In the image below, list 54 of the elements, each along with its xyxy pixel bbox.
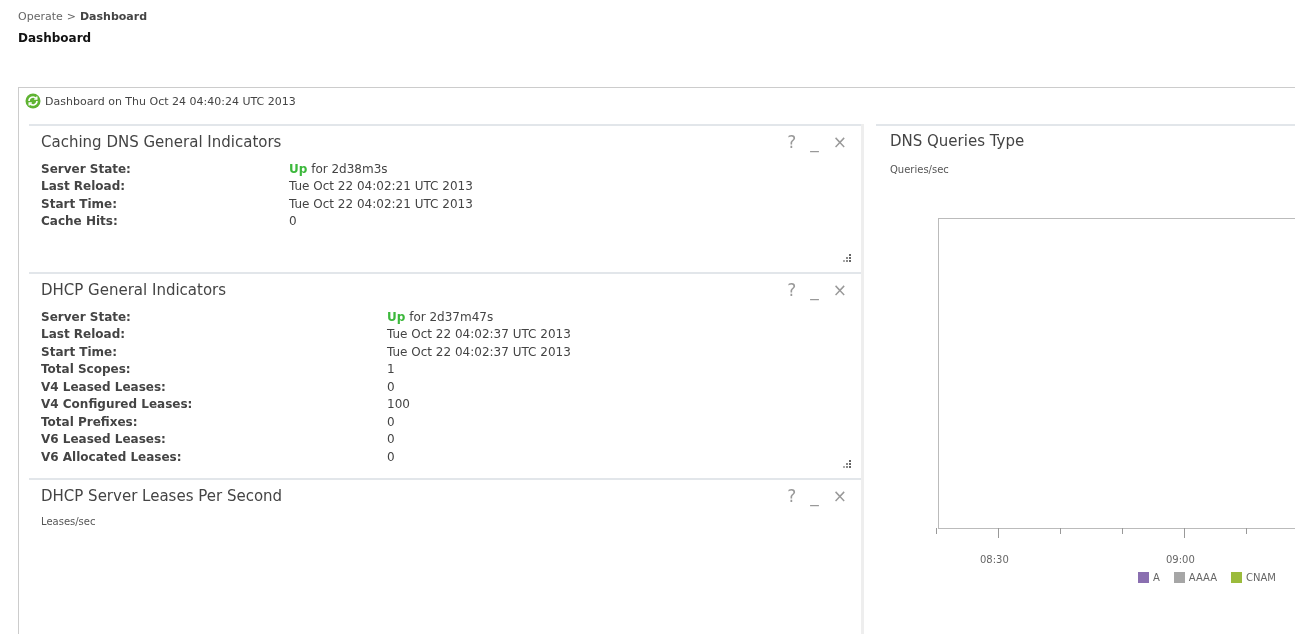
help-button[interactable]: ? <box>785 485 799 506</box>
widget-title: Caching DNS General Indicators <box>41 133 282 151</box>
field-label: Last Reload: <box>41 327 127 342</box>
field-value: 0 <box>387 449 395 464</box>
breadcrumb-current: Dashboard <box>80 10 148 23</box>
field-label: V4 Configured Leases: <box>41 397 194 412</box>
field-value: 0 <box>289 214 297 229</box>
widget-title: DHCP Server Leases Per Second <box>41 486 283 505</box>
axis-label: Leases/sec <box>41 515 97 527</box>
help-button[interactable]: ? <box>785 280 799 300</box>
field-label: V6 Allocated Leases: <box>41 449 183 464</box>
minimize-button[interactable]: _ <box>808 485 821 506</box>
field-label: Start Time: <box>41 344 119 359</box>
close-button[interactable]: × <box>830 132 849 152</box>
field-value: Tue Oct 22 04:02:21 UTC 2013 <box>289 179 473 194</box>
field-label: V4 Leased Leases: <box>41 379 167 394</box>
resize-grip-icon[interactable] <box>843 459 851 468</box>
axis-label: Queries/sec <box>890 164 950 175</box>
widget-title: DHCP General Indicators <box>41 281 227 299</box>
resize-grip-icon[interactable] <box>843 254 851 262</box>
page-title: Dashboard <box>18 31 93 45</box>
field-label: Start Time: <box>41 196 119 211</box>
refresh-icon[interactable] <box>25 93 41 109</box>
axis-tick-label: 08:30 <box>980 554 1009 565</box>
field-value: 0 <box>387 432 395 447</box>
field-value: 1 <box>387 362 395 377</box>
field-value: 0 <box>387 379 395 394</box>
field-label: Total Scopes: <box>41 362 132 377</box>
legend-label: CNAM <box>1246 572 1276 583</box>
help-button[interactable]: ? <box>785 132 799 152</box>
minimize-button[interactable]: _ <box>808 132 821 152</box>
dashboard-timestamp: Dashboard on Thu Oct 24 04:40:24 UTC 2013 <box>45 94 296 108</box>
close-button[interactable]: × <box>830 280 849 300</box>
field-label: Total Prefixes: <box>41 414 139 429</box>
field-value: 100 <box>387 397 410 412</box>
field-label: Server State: <box>41 309 132 324</box>
field-value: Tue Oct 22 04:02:37 UTC 2013 <box>387 344 571 359</box>
legend-label: AAAA <box>1188 572 1218 583</box>
field-value: Tue Oct 22 04:02:21 UTC 2013 <box>289 196 473 211</box>
field-label: V6 Leased Leases: <box>41 432 167 447</box>
field-value: 0 <box>387 414 395 429</box>
field-value: Up for 2d37m47s <box>387 309 494 324</box>
field-value: Up for 2d38m3s <box>289 161 388 176</box>
breadcrumb-separator: > <box>66 10 76 23</box>
field-label: Last Reload: <box>41 179 127 194</box>
breadcrumb-link[interactable]: Operate <box>18 10 63 23</box>
close-button[interactable]: × <box>830 485 849 506</box>
widget-title: DNS Queries Type <box>890 132 1026 150</box>
minimize-button[interactable]: _ <box>808 280 821 300</box>
field-label: Server State: <box>41 161 132 176</box>
field-label: Cache Hits: <box>41 214 119 229</box>
axis-tick-label: 09:00 <box>1166 554 1195 565</box>
legend-label: A <box>1153 572 1160 583</box>
field-value: Tue Oct 22 04:02:37 UTC 2013 <box>387 327 571 342</box>
